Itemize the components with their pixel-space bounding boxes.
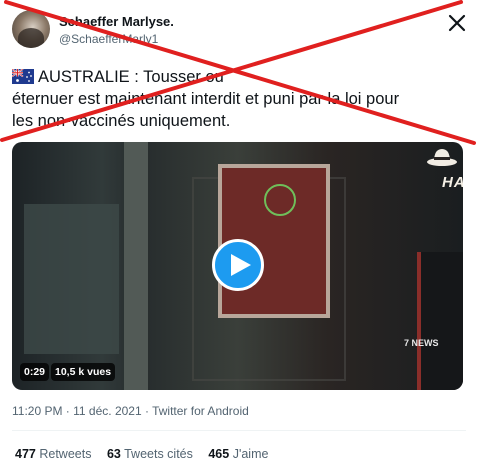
close-icon[interactable] xyxy=(446,12,468,34)
video-sign-text: HATS xyxy=(442,174,463,191)
author-handle[interactable]: @SchaefferMarly1 xyxy=(59,32,158,46)
video-player[interactable]: HATS 7 NEWS 0:29 10,5 k vues xyxy=(12,142,463,390)
tweet-text: AUSTRALIE : Tousser ou éternuer est main… xyxy=(12,66,467,132)
likes-count: 465 xyxy=(208,447,230,461)
divider xyxy=(12,430,466,431)
likes-stat[interactable]: 465 J'aime xyxy=(208,447,268,461)
video-scene-doorway xyxy=(417,252,463,390)
quotes-stat[interactable]: 63 Tweets cités xyxy=(107,447,193,461)
tweet-text-line1: AUSTRALIE : Tousser ou xyxy=(38,68,224,86)
retweets-label: Retweets xyxy=(39,447,92,461)
video-watermark: 7 NEWS xyxy=(404,338,439,348)
quotes-count: 63 xyxy=(106,447,121,461)
video-views-badge: 10,5 k vues xyxy=(51,363,116,381)
likes-label: J'aime xyxy=(232,447,269,461)
tweet-stats: 477 Retweets 63 Tweets cités 465 J'aime xyxy=(15,447,280,461)
video-scene-window xyxy=(24,204,119,354)
avatar[interactable] xyxy=(12,10,50,48)
tweet-text-line2: éternuer est maintenant interdit et puni… xyxy=(12,90,400,108)
tweet-timestamp[interactable]: 11:20 PM · 11 déc. 2021 · Twitter for An… xyxy=(12,404,249,418)
retweets-stat[interactable]: 477 Retweets xyxy=(15,447,91,461)
author-name[interactable]: Schaeffer Marlyse. xyxy=(59,14,174,29)
video-duration-badge: 0:29 xyxy=(20,363,50,381)
quotes-label: Tweets cités xyxy=(124,447,193,461)
retweets-count: 477 xyxy=(15,447,36,461)
play-icon xyxy=(231,254,251,276)
video-scene-pillar xyxy=(124,142,148,390)
hat-icon xyxy=(427,149,457,166)
tweet-header: Schaeffer Marlyse. @SchaefferMarly1 xyxy=(12,10,472,50)
play-button[interactable] xyxy=(212,239,264,291)
australia-flag-icon xyxy=(12,69,34,84)
tweet-text-line3: les non-vaccinés uniquement. xyxy=(12,112,231,130)
